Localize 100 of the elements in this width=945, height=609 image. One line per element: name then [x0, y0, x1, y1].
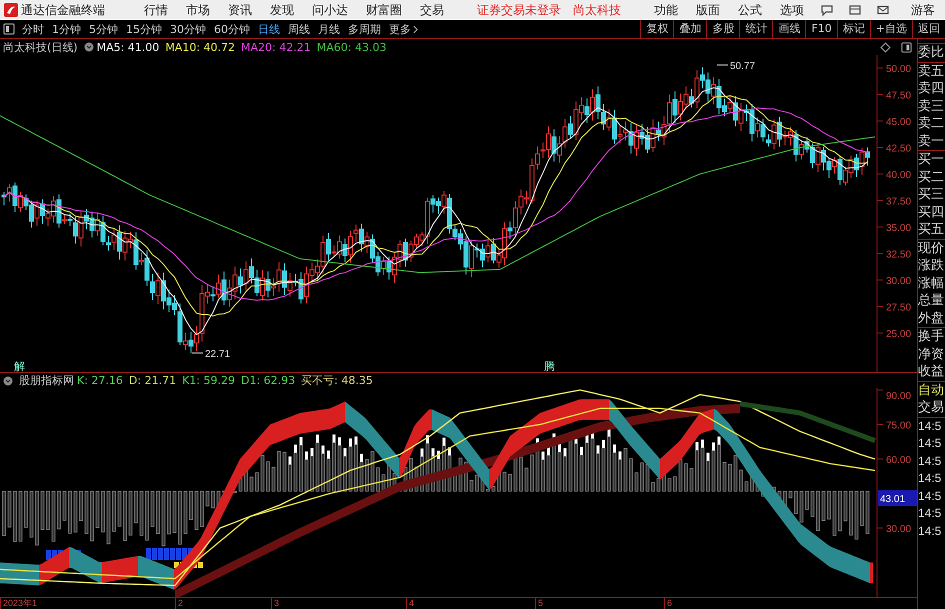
- axis-label: 30.00: [886, 276, 912, 287]
- event-marker[interactable]: 腾: [544, 360, 555, 372]
- period-tab[interactable]: 多周期: [348, 22, 381, 36]
- indicator-value: D: 21.71: [128, 374, 176, 387]
- toolbar-button[interactable]: 叠加: [673, 20, 706, 38]
- period-tab[interactable]: 30分钟: [170, 22, 206, 36]
- date-axis-label: 5: [535, 598, 544, 609]
- axis-label: 90.00: [886, 391, 912, 402]
- mode-label[interactable]: 自动: [918, 382, 945, 399]
- indicator-value: K1: 59.29: [182, 374, 235, 387]
- dropdown-icon[interactable]: [3, 376, 13, 386]
- toolbar-button[interactable]: 返回: [912, 20, 945, 38]
- menu-item[interactable]: 版面: [696, 2, 720, 18]
- window-icon[interactable]: [848, 3, 862, 17]
- chat-bubble-icon[interactable]: [820, 3, 834, 17]
- moving-average-value: MA10: 40.72: [165, 40, 236, 54]
- date-axis-label: 6: [664, 598, 672, 609]
- axis-label: 42.50: [886, 144, 912, 154]
- quote-field-label: 买五: [918, 221, 945, 238]
- menu-item[interactable]: 选项: [780, 2, 804, 18]
- quote-field-label: 卖五: [918, 62, 945, 80]
- diamond-icon[interactable]: [880, 42, 891, 52]
- date-axis-label: 2023年1: [0, 598, 38, 609]
- trade-time: 14:5: [918, 435, 942, 452]
- trade-time: 14:5: [918, 452, 942, 470]
- period-tab[interactable]: 1分钟: [52, 22, 81, 36]
- axis-label: 25.00: [886, 329, 912, 340]
- indicator-value: K: 27.16: [77, 374, 123, 387]
- trade-time: 14:5: [918, 488, 942, 504]
- toolbar-button[interactable]: 多股: [706, 20, 740, 38]
- indicator-title: 股朋指标网: [19, 373, 74, 388]
- indicator-value: D1: 62.93: [241, 374, 296, 387]
- dropdown-icon[interactable]: [84, 42, 94, 52]
- date-axis-label: 2: [175, 598, 184, 609]
- period-tab[interactable]: 分时: [22, 22, 44, 36]
- panel-toggle-icon[interactable]: [3, 23, 15, 35]
- quote-field-label: 收益: [918, 363, 945, 380]
- period-tab[interactable]: 月线: [318, 22, 340, 36]
- toolbar-button[interactable]: F10: [805, 20, 837, 38]
- quote-field-label: 现价: [918, 240, 945, 257]
- period-tab[interactable]: 60分钟: [214, 22, 250, 36]
- status-text: 证券交易未登录: [477, 2, 561, 18]
- user-label[interactable]: 游客: [911, 2, 935, 18]
- quote-field-label: 卖一: [918, 132, 945, 150]
- toolbar-button[interactable]: 画线: [772, 20, 806, 38]
- menu-item[interactable]: 行情: [144, 2, 168, 18]
- axis-label: 30.00: [886, 524, 912, 535]
- menu-item[interactable]: 公式: [738, 2, 762, 18]
- status-text: 尚太科技: [573, 2, 621, 18]
- moving-average-value: MA20: 42.21: [241, 40, 311, 54]
- axis-label: 60.00: [886, 455, 912, 466]
- trade-time: 14:5: [918, 470, 942, 487]
- axis-label: 32.50: [886, 250, 912, 260]
- moving-average-value: MA5: 41.00: [96, 40, 160, 54]
- more-tab[interactable]: 更多: [389, 22, 418, 36]
- quote-field-label: 总量: [918, 292, 945, 310]
- axis-label: 27.50: [886, 302, 912, 314]
- menu-item[interactable]: 市场: [186, 2, 210, 18]
- indicator-value: 买不亏: 48.35: [301, 373, 373, 388]
- trade-time: 14:5: [918, 505, 942, 522]
- menu-item[interactable]: 交易: [420, 2, 444, 18]
- panel-toggle-icon[interactable]: [901, 42, 912, 52]
- quote-field-label: 净资: [918, 346, 945, 363]
- axis-label: 75.00: [886, 420, 912, 432]
- menu-item[interactable]: 财富圈: [366, 2, 402, 18]
- quote-field-label: 买四: [918, 204, 945, 221]
- axis-label: 40.00: [886, 170, 912, 181]
- quote-field-label: 买二: [918, 168, 945, 186]
- menu-item[interactable]: 功能: [654, 2, 678, 18]
- menu-item[interactable]: 资讯: [228, 2, 252, 18]
- period-tab[interactable]: 15分钟: [126, 22, 162, 36]
- quote-field-label: 外盘: [918, 310, 945, 327]
- mail-icon[interactable]: [876, 3, 890, 17]
- trade-time: 14:5: [918, 522, 942, 540]
- current-value-label: 43.01: [878, 490, 917, 506]
- moving-average-value: MA60: 43.03: [316, 40, 386, 54]
- trade-header: 交易: [918, 399, 945, 418]
- event-marker[interactable]: 解: [14, 360, 25, 372]
- toolbar-button[interactable]: 复权: [640, 20, 674, 38]
- axis-label: 50.00: [886, 64, 912, 75]
- chevron-icon: [413, 24, 418, 34]
- quote-field-label: 卖二: [918, 115, 945, 132]
- toolbar-button[interactable]: 统计: [739, 20, 772, 38]
- quote-field-label: 买三: [918, 186, 945, 204]
- axis-label: 45.00: [886, 117, 912, 128]
- app-logo-icon: [4, 3, 18, 17]
- menu-item[interactable]: 问小达: [312, 2, 348, 18]
- date-axis-label: 4: [406, 598, 414, 609]
- menu-item[interactable]: 发现: [270, 2, 294, 18]
- quote-field-label: 买一: [918, 151, 945, 168]
- period-tab[interactable]: 周线: [288, 22, 310, 36]
- low-price-callout: 22.71: [192, 349, 230, 360]
- toolbar-button[interactable]: 标记: [836, 20, 870, 38]
- date-axis-label: 3: [271, 598, 280, 609]
- axis-label: 47.50: [886, 90, 912, 102]
- chart-title: 尚太科技(日线): [3, 40, 78, 54]
- period-tab[interactable]: 5分钟: [89, 22, 118, 36]
- period-tab[interactable]: 日线: [258, 22, 280, 36]
- quote-field-label: 委比: [918, 44, 945, 62]
- toolbar-button[interactable]: +自选: [870, 20, 912, 38]
